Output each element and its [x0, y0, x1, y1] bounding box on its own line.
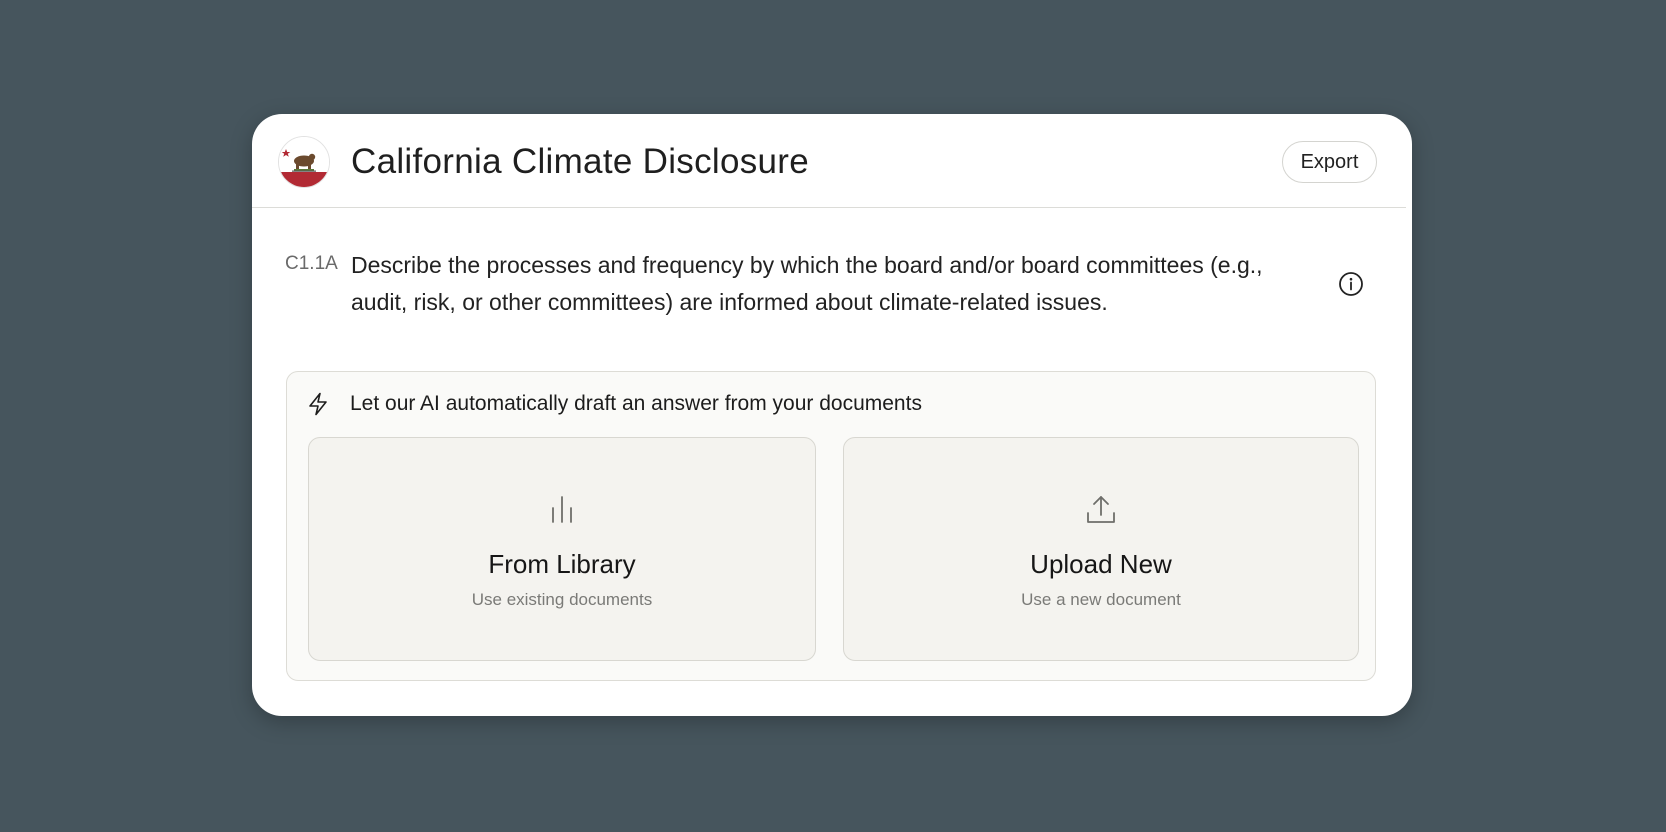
export-button[interactable]: Export: [1282, 141, 1377, 183]
question-text: Describe the processes and frequency by …: [351, 252, 1263, 315]
info-icon[interactable]: [1338, 271, 1364, 297]
page-title: California Climate Disclosure: [351, 142, 810, 181]
question-id: C1.1A: [285, 253, 338, 274]
library-icon: [552, 496, 572, 523]
disclosure-card: California Climate Disclosure Export C1.…: [252, 114, 1412, 716]
ai-draft-prompt: Let our AI automatically draft an answer…: [350, 392, 922, 415]
california-flag-icon: [278, 136, 330, 188]
from-library-subtitle: Use existing documents: [471, 590, 653, 609]
from-library-title: From Library: [488, 549, 636, 579]
upload-new-title: Upload New: [1030, 549, 1172, 579]
card-header: California Climate Disclosure Export: [252, 114, 1406, 208]
ai-draft-panel: Let our AI automatically draft an answer…: [286, 371, 1376, 681]
upload-new-subtitle: Use a new document: [1021, 590, 1181, 609]
from-library-option[interactable]: From Library Use existing documents: [308, 437, 816, 661]
upload-icon: [1087, 496, 1115, 523]
lightning-icon: [309, 392, 327, 416]
upload-new-option[interactable]: Upload New Use a new document: [843, 437, 1359, 661]
